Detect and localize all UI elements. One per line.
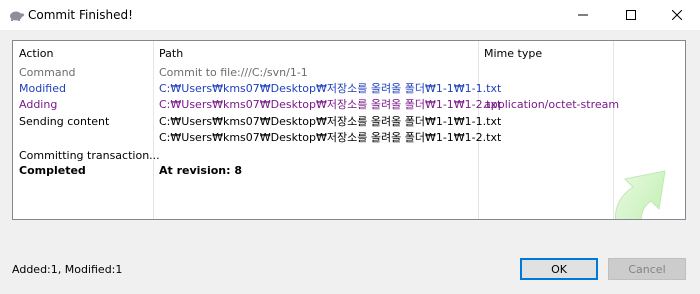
row-action: Completed: [19, 164, 86, 177]
header-path[interactable]: Path: [159, 47, 183, 60]
row-action: Sending content: [19, 115, 110, 128]
row-action: Modified: [19, 82, 66, 95]
log-row[interactable]: Command Commit to file:///C:/svn/1-1: [13, 65, 685, 81]
commit-log-list[interactable]: Action Path Mime type Command Commit to …: [12, 40, 686, 220]
row-path: Commit to file:///C:/svn/1-1: [159, 66, 308, 79]
row-action: Adding: [19, 98, 58, 111]
title-bar: Commit Finished!: [0, 0, 700, 30]
log-row[interactable]: Adding C:₩Users₩kms07₩Desktop₩저장소를 올려올 폴…: [13, 97, 685, 113]
log-row[interactable]: Modified C:₩Users₩kms07₩Desktop₩저장소를 올려올…: [13, 81, 685, 97]
row-path: At revision: 8: [159, 164, 243, 177]
ok-button[interactable]: OK: [520, 258, 598, 280]
log-row[interactable]: Committing transaction...: [13, 148, 685, 164]
row-action: Committing transaction...: [19, 149, 160, 162]
maximize-icon: [626, 10, 636, 20]
log-row[interactable]: Completed At revision: 8: [13, 163, 685, 179]
header-mime-type[interactable]: Mime type: [484, 47, 542, 60]
minimize-button[interactable]: [560, 0, 606, 30]
minimize-icon: [578, 14, 588, 16]
close-icon: [672, 10, 682, 20]
window-title: Commit Finished!: [28, 8, 133, 22]
log-row[interactable]: Sending content C:₩Users₩kms07₩Desktop₩저…: [13, 114, 685, 130]
status-summary: Added:1, Modified:1: [12, 263, 123, 276]
row-path: C:₩Users₩kms07₩Desktop₩저장소를 올려올 폴더₩1-1₩1…: [159, 98, 502, 111]
header-action[interactable]: Action: [19, 47, 53, 60]
row-action: Command: [19, 66, 76, 79]
commit-finished-dialog: Commit Finished! Action Path Mime type C…: [0, 0, 700, 294]
cancel-button[interactable]: Cancel: [608, 258, 686, 280]
log-row[interactable]: C:₩Users₩kms07₩Desktop₩저장소를 올려올 폴더₩1-1₩1…: [13, 130, 685, 146]
tortoise-icon: [10, 11, 24, 21]
row-path: C:₩Users₩kms07₩Desktop₩저장소를 올려올 폴더₩1-1₩1…: [159, 131, 502, 144]
maximize-button[interactable]: [608, 0, 654, 30]
row-mime: application/octet-stream: [484, 98, 620, 111]
close-button[interactable]: [654, 0, 700, 30]
row-path: C:₩Users₩kms07₩Desktop₩저장소를 올려올 폴더₩1-1₩1…: [159, 115, 502, 128]
row-path: C:₩Users₩kms07₩Desktop₩저장소를 올려올 폴더₩1-1₩1…: [159, 82, 502, 95]
